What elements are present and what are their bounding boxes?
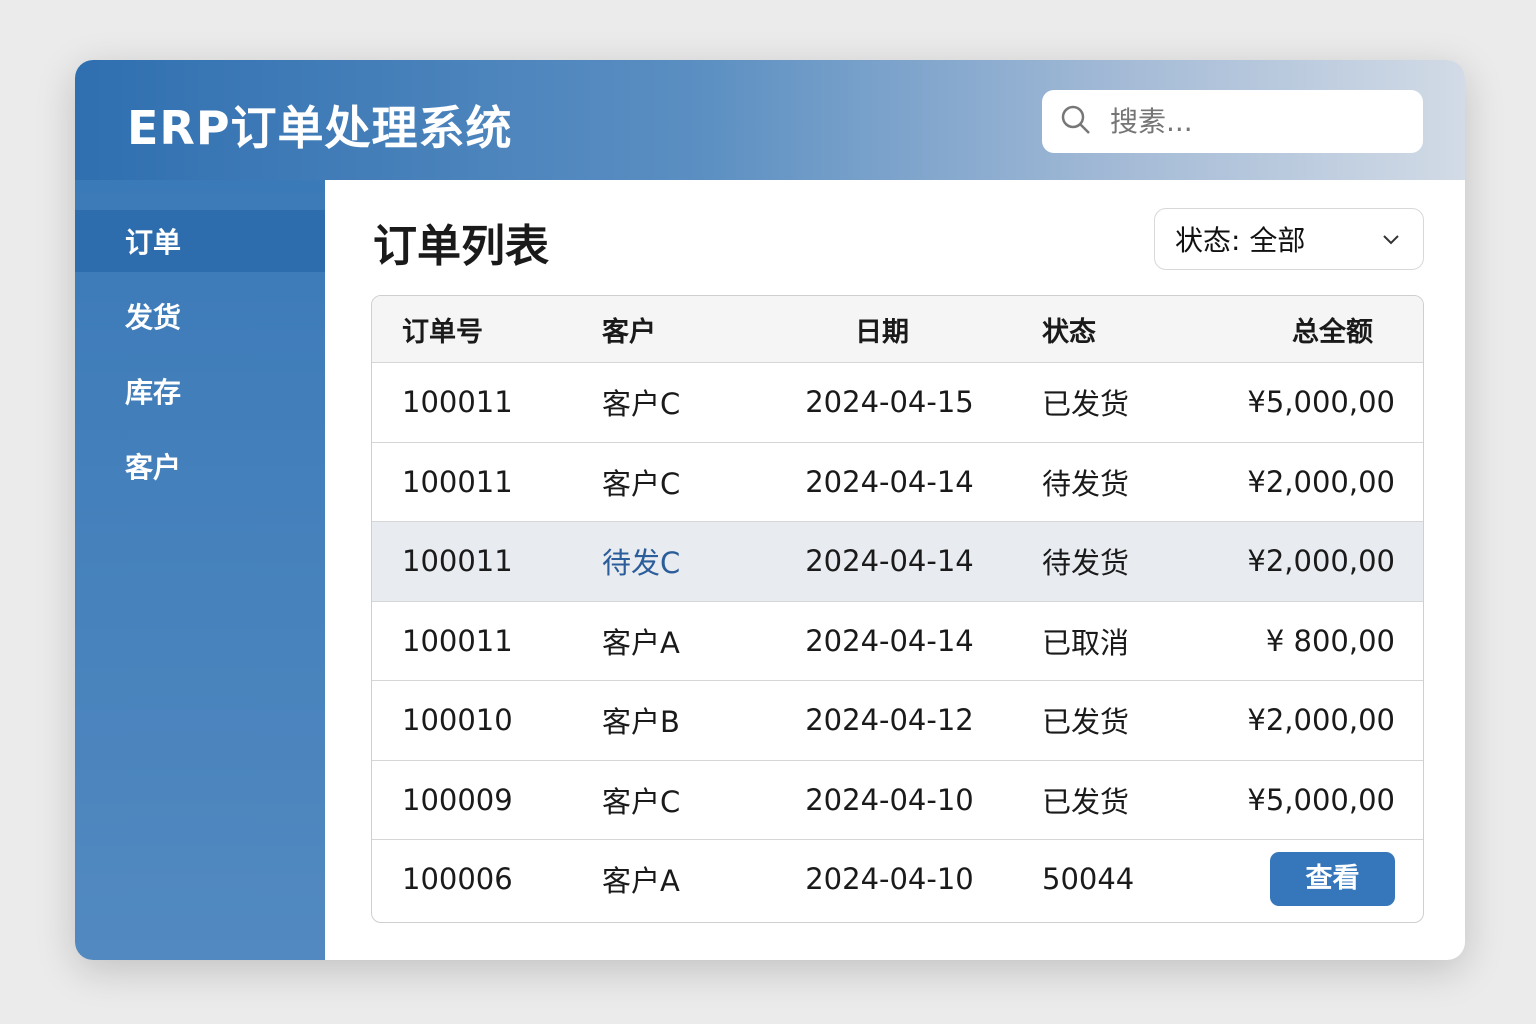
cell-customer: 客户A (602, 864, 680, 899)
table-row[interactable]: 100010 客户B 2024-04-12 已发货 ¥2,000,00 (372, 680, 1423, 760)
sidebar-item-inventory[interactable]: 库存 (75, 360, 325, 422)
cell-customer: 客户C (602, 466, 681, 501)
cell-order-id: 100006 (402, 862, 513, 897)
header-order-id[interactable]: 订单号 (372, 310, 572, 349)
chevron-down-icon (1379, 225, 1403, 258)
table-row[interactable]: 100011 待发C 2024-04-14 待发货 ¥2,000,00 (372, 521, 1423, 601)
cell-total: ¥2,000,00 (1247, 464, 1395, 499)
view-button[interactable]: 查看 (1270, 852, 1395, 907)
table-row[interactable]: 100006 客户A 2024-04-10 50044 查看 (372, 839, 1423, 919)
status-filter-dropdown[interactable]: 状态: 全部 (1154, 208, 1424, 270)
cell-order-id: 100011 (402, 623, 513, 658)
cell-date: 2024-04-15 (805, 385, 974, 420)
cell-status: 待发货 (1042, 546, 1130, 581)
app-title: ERP订单处理系统 (127, 101, 513, 155)
table-row[interactable]: 100011 客户C 2024-04-15 已发货 ¥5,000,00 (372, 362, 1423, 442)
cell-status: 50044 (1042, 862, 1135, 897)
sidebar-item-orders[interactable]: 订单 (75, 210, 325, 272)
search-input[interactable] (1110, 105, 1410, 138)
sidebar-item-shipping[interactable]: 发货 (75, 285, 325, 347)
cell-total: ¥5,000,00 (1247, 782, 1395, 817)
search-icon (1060, 104, 1092, 140)
cell-status: 已取消 (1042, 625, 1130, 660)
header-total[interactable]: 总全额 (1222, 310, 1423, 349)
cell-order-id: 100009 (402, 782, 513, 817)
table-row[interactable]: 100011 客户A 2024-04-14 已取消 ¥ 800,00 (372, 600, 1423, 681)
cell-customer: 客户C (602, 387, 681, 422)
search-box[interactable] (1042, 90, 1423, 153)
header-customer[interactable]: 客户 (572, 310, 772, 349)
cell-customer: 客户A (602, 625, 680, 660)
cell-date: 2024-04-10 (805, 862, 974, 897)
cell-date: 2024-04-14 (805, 623, 974, 658)
cell-total: 查看 (1222, 852, 1423, 907)
cell-date: 2024-04-10 (805, 782, 974, 817)
header: ERP订单处理系统 (75, 60, 1465, 180)
cell-status: 已发货 (1042, 705, 1130, 740)
status-filter-label: 状态: 全部 (1175, 224, 1306, 257)
cell-total: ¥5,000,00 (1247, 385, 1395, 420)
orders-table: 订单号 客户 日期 状态 总全额 100011 客户C 2024-04-15 已发货 ¥… (371, 295, 1424, 923)
header-status[interactable]: 状态 (992, 310, 1222, 349)
cell-status: 待发货 (1042, 466, 1130, 501)
cell-order-id: 100011 (402, 464, 513, 499)
cell-order-id: 100011 (402, 385, 513, 420)
cell-customer: 客户B (602, 705, 680, 740)
table-header: 订单号 客户 日期 状态 总全额 (372, 296, 1423, 362)
cell-status: 已发货 (1042, 784, 1130, 819)
cell-customer: 客户C (602, 784, 681, 819)
cell-order-id: 100011 (402, 544, 513, 579)
cell-date: 2024-04-14 (805, 464, 974, 499)
table-row[interactable]: 100009 客户C 2024-04-10 已发货 ¥5,000,00 (372, 759, 1423, 840)
page-title: 订单列表 (373, 221, 549, 272)
sidebar: 订单 发货 库存 客户 (75, 180, 325, 960)
sidebar-item-customers[interactable]: 客户 (75, 435, 325, 497)
cell-total: ¥2,000,00 (1247, 544, 1395, 579)
cell-status: 已发货 (1042, 387, 1130, 422)
cell-total: ¥2,000,00 (1247, 703, 1395, 738)
cell-date: 2024-04-12 (805, 703, 974, 738)
cell-total: ¥ 800,00 (1265, 623, 1395, 658)
cell-customer: 待发C (602, 546, 681, 581)
main-content: 订单列表 状态: 全部 订单号 客户 日期 状态 总全额 100011 客户C 20… (325, 180, 1465, 960)
cell-date: 2024-04-14 (805, 544, 974, 579)
cell-order-id: 100010 (402, 703, 513, 738)
app-window: ERP订单处理系统 订单 发货 库存 客户 订单列表 状态: 全部 订单号 客户… (75, 60, 1465, 960)
table-row[interactable]: 100011 客户C 2024-04-14 待发货 ¥2,000,00 (372, 441, 1423, 522)
header-date[interactable]: 日期 (772, 310, 992, 349)
